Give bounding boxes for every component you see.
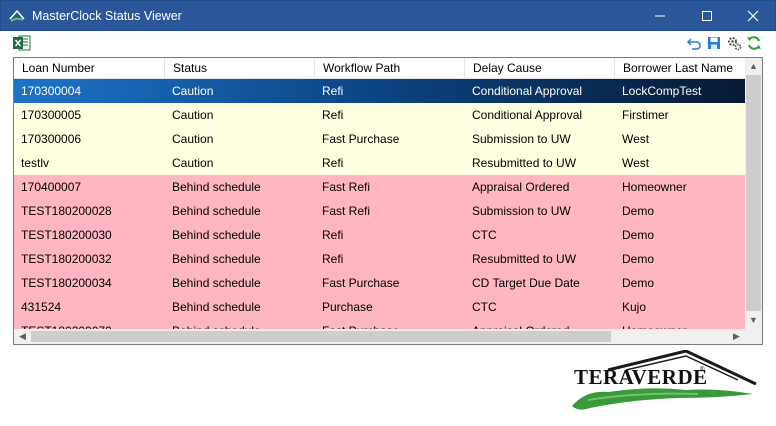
cell-workflow-path: Fast Purchase: [315, 319, 399, 329]
cell-workflow-path: Fast Purchase: [322, 132, 400, 146]
cell-status: Behind schedule: [172, 180, 261, 194]
horizontal-scrollbar[interactable]: ◀ ▶: [14, 329, 745, 344]
close-button[interactable]: [730, 1, 776, 31]
cell-status: Caution: [172, 84, 214, 98]
cell-delay-cause: CD Target Due Date: [472, 276, 580, 290]
column-header-workflow-path[interactable]: Workflow Path: [315, 58, 465, 79]
cell-borrower-last-name: Demo: [622, 276, 655, 290]
logo-trademark: ®: [700, 367, 705, 373]
cell-loan-number: 170300005: [21, 108, 82, 122]
cell-status: Behind schedule: [165, 319, 261, 329]
table-row[interactable]: TEST180200032 Behind schedule Refi Resubmit…: [14, 247, 745, 271]
save-icon[interactable]: [706, 35, 722, 51]
app-icon: [9, 9, 25, 23]
cell-status: Behind schedule: [172, 228, 261, 242]
table-row[interactable]: 170300005 Caution Refi Conditional Approval…: [14, 103, 745, 127]
cell-loan-number: TEST180200070: [14, 319, 112, 329]
cell-delay-cause: CTC: [472, 300, 497, 314]
cell-workflow-path: Refi: [322, 252, 344, 266]
cell-loan-number: TEST180200032: [21, 252, 112, 266]
cell-status: Caution: [172, 132, 214, 146]
grid-header: Loan Number Status Workflow Path Delay C…: [14, 58, 745, 79]
cell-status: Behind schedule: [172, 276, 261, 290]
column-header-borrower-last-name[interactable]: Borrower Last Name: [615, 58, 745, 79]
cell-delay-cause: CTC: [472, 228, 497, 242]
cell-loan-number: 170400007: [21, 180, 82, 194]
teraverde-logo: TERAVERDE ®: [568, 350, 760, 412]
cell-borrower-last-name: Demo: [622, 204, 655, 218]
cell-workflow-path: Purchase: [322, 300, 373, 314]
grid-body: Loan Number Status Workflow Path Delay C…: [14, 58, 745, 329]
cell-borrower-last-name: West: [622, 132, 650, 146]
cell-delay-cause: Appraisal Ordered: [465, 319, 569, 329]
column-header-status[interactable]: Status: [165, 58, 315, 79]
column-header-loan-number[interactable]: Loan Number: [14, 58, 165, 79]
cell-workflow-path: Fast Refi: [322, 204, 371, 218]
cell-loan-number: TEST180200034: [21, 276, 112, 290]
cell-status: Caution: [172, 156, 214, 170]
vertical-scrollbar[interactable]: ▲ ▼: [745, 58, 762, 329]
refresh-icon[interactable]: [746, 35, 762, 51]
cell-status: Caution: [172, 108, 214, 122]
table-row[interactable]: TEST180200070 Behind schedule Fast Purchas…: [14, 319, 745, 329]
horizontal-scroll-thumb[interactable]: [31, 331, 611, 342]
scroll-down-icon[interactable]: ▼: [745, 312, 762, 329]
undo-icon[interactable]: [686, 35, 702, 51]
vertical-scroll-thumb[interactable]: [746, 75, 761, 311]
table-row[interactable]: 170400007 Behind schedule Fast Refi Apprais…: [14, 175, 745, 199]
cell-delay-cause: Appraisal Ordered: [472, 180, 570, 194]
cell-loan-number: TEST180200028: [21, 204, 112, 218]
cell-workflow-path: Refi: [322, 228, 344, 242]
cell-status: Behind schedule: [172, 204, 261, 218]
cell-borrower-last-name: Kujo: [622, 300, 647, 314]
cell-delay-cause: Conditional Approval: [472, 84, 583, 98]
cell-borrower-last-name: West: [622, 156, 650, 170]
table-row[interactable]: TEST180200030 Behind schedule Refi CTC Demo: [14, 223, 745, 247]
cell-borrower-last-name: LockCompTest: [622, 84, 702, 98]
status-grid[interactable]: Loan Number Status Workflow Path Delay C…: [13, 57, 763, 345]
table-row[interactable]: 170300006 Caution Fast Purchase Submission …: [14, 127, 745, 151]
cell-workflow-path: Fast Refi: [322, 180, 371, 194]
cell-loan-number: 170300006: [21, 132, 82, 146]
scroll-right-icon[interactable]: ▶: [728, 329, 745, 344]
scroll-left-icon[interactable]: ◀: [14, 329, 31, 344]
cell-loan-number: 170300004: [21, 84, 82, 98]
cell-loan-number: TEST180200030: [21, 228, 112, 242]
minimize-button[interactable]: [637, 1, 683, 31]
cell-borrower-last-name: Demo: [622, 252, 655, 266]
cell-delay-cause: Conditional Approval: [472, 108, 583, 122]
title-bar: MasterClock Status Viewer: [0, 0, 776, 31]
window-title: MasterClock Status Viewer: [32, 9, 182, 23]
cell-delay-cause: Resubmitted to UW: [472, 252, 577, 266]
scroll-up-icon[interactable]: ▲: [745, 58, 762, 75]
cell-borrower-last-name: Firstimer: [622, 108, 669, 122]
cell-workflow-path: Refi: [322, 84, 344, 98]
cell-borrower-last-name: Homeowner: [615, 319, 687, 329]
maximize-button[interactable]: [684, 1, 730, 31]
cell-delay-cause: Submission to UW: [472, 132, 571, 146]
cell-workflow-path: Refi: [322, 108, 344, 122]
excel-icon[interactable]: [13, 35, 31, 51]
cell-delay-cause: Resubmitted to UW: [472, 156, 577, 170]
toolbar: [0, 31, 776, 57]
table-row[interactable]: TEST180200034 Behind schedule Fast Purchas…: [14, 271, 745, 295]
cell-status: Behind schedule: [172, 300, 261, 314]
cell-borrower-last-name: Demo: [622, 228, 655, 242]
table-row[interactable]: 431524 Behind schedule Purchase CTC Kujo: [14, 295, 745, 319]
cell-status: Behind schedule: [172, 252, 261, 266]
cell-workflow-path: Refi: [322, 156, 344, 170]
cell-loan-number: 431524: [21, 300, 62, 314]
cell-workflow-path: Fast Purchase: [322, 276, 400, 290]
table-row[interactable]: TEST180200028 Behind schedule Fast Refi Sub…: [14, 199, 745, 223]
cell-loan-number: testlv: [21, 156, 50, 170]
logo-wordmark: TERAVERDE: [574, 365, 708, 389]
gear-icon[interactable]: [726, 35, 742, 51]
cell-borrower-last-name: Homeowner: [622, 180, 687, 194]
table-row[interactable]: testlv Caution Refi Resubmitted to UW West: [14, 151, 745, 175]
scrollbar-corner: [745, 329, 762, 344]
column-header-delay-cause[interactable]: Delay Cause: [465, 58, 615, 79]
cell-delay-cause: Submission to UW: [472, 204, 571, 218]
table-row[interactable]: 170300004 Caution Refi Conditional Approval…: [14, 79, 745, 103]
